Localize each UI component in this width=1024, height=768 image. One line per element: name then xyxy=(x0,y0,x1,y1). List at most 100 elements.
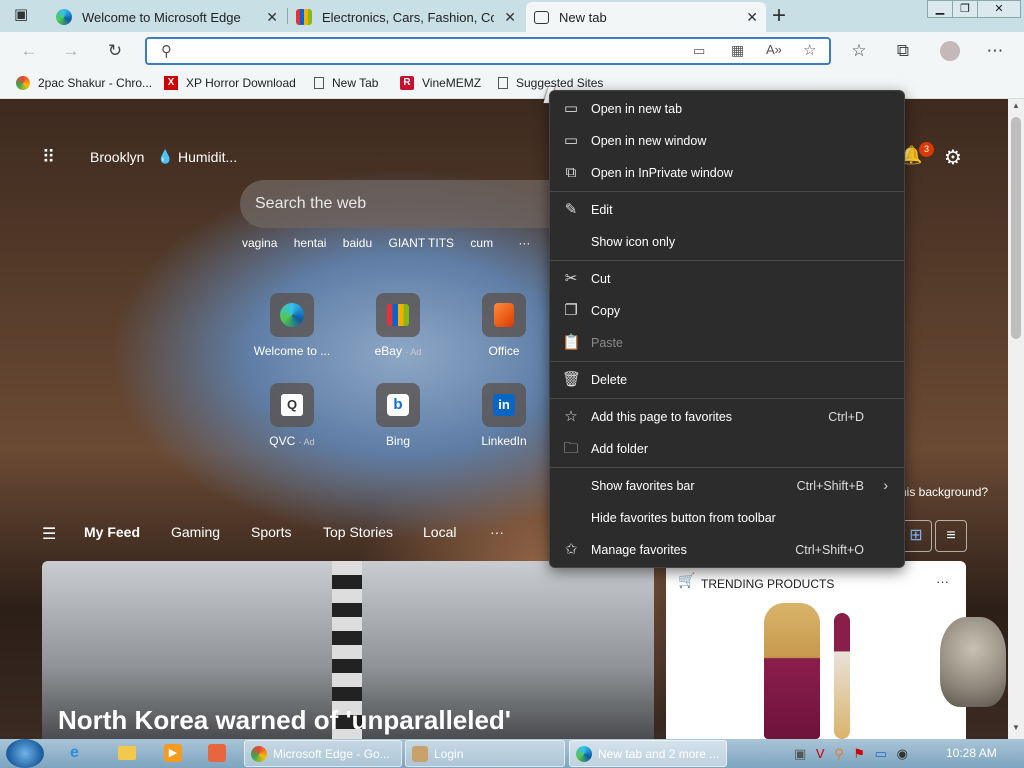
background-question[interactable]: his background? xyxy=(900,485,988,499)
menu-item-delete[interactable]: 🗑 Delete xyxy=(550,365,904,395)
address-bar[interactable]: ⚲ ▭ ▦ A» ☆ xyxy=(145,37,831,65)
tab-welcome[interactable]: Welcome to Microsoft Edge ✕ xyxy=(48,2,286,32)
menu-item-label: Show favorites bar xyxy=(591,479,695,493)
taskbar-button-edge[interactable]: Microsoft Edge - Go... xyxy=(244,740,402,767)
chrome-icon xyxy=(251,745,267,762)
news-headline: North Korea warned of 'unparalleled' xyxy=(58,705,511,735)
close-window-button[interactable]: ✕ xyxy=(977,0,1021,18)
star-add-icon: ☆ xyxy=(564,408,578,425)
menu-item-hide-favorites-button[interactable]: Hide favorites button from toolbar xyxy=(550,503,904,533)
trending-search-link[interactable]: vagina xyxy=(242,236,277,250)
feed-tab-top-stories[interactable]: Top Stories xyxy=(323,524,393,540)
trending-search-link[interactable]: cum xyxy=(470,236,493,250)
menu-item-copy[interactable]: ❐ Copy xyxy=(550,296,904,326)
menu-item-show-favorites-bar[interactable]: Show favorites bar Ctrl+Shift+B › xyxy=(550,471,904,501)
media-player-icon[interactable]: ▶ xyxy=(164,744,182,762)
favorite-xp-horror[interactable]: X XP Horror Download xyxy=(164,76,296,90)
settings-more-icon[interactable]: ⋯ xyxy=(984,40,1006,62)
favorites-list-icon[interactable]: ☆ xyxy=(848,40,870,62)
feed-tab-sports[interactable]: Sports xyxy=(251,524,291,540)
menu-item-cut[interactable]: ✂ Cut xyxy=(550,264,904,294)
windows-start-icon[interactable] xyxy=(6,739,44,768)
list-layout-icon[interactable]: ≡ xyxy=(935,520,967,552)
trending-products-card[interactable]: 🛒 TRENDING PRODUCTS ··· xyxy=(666,561,966,739)
paint-app-icon[interactable] xyxy=(208,744,226,762)
feed-tab-local[interactable]: Local xyxy=(423,524,456,540)
feed-tab-gaming[interactable]: Gaming xyxy=(171,524,220,540)
tab-ebay[interactable]: Electronics, Cars, Fashion, Collect ✕ xyxy=(288,2,524,32)
taskbar-button-new-tab[interactable]: New tab and 2 more ... xyxy=(569,740,727,767)
menu-item-open-new-window[interactable]: ▭ Open in new window xyxy=(550,126,904,156)
collections-icon[interactable]: ⧉ xyxy=(892,40,914,62)
close-tab-icon[interactable]: ✕ xyxy=(504,9,516,26)
more-searches-icon[interactable]: ··· xyxy=(518,236,530,250)
menu-item-edit[interactable]: ✎ Edit xyxy=(550,195,904,225)
tray-app-icon[interactable]: ▣ xyxy=(794,746,806,761)
quick-link-bing[interactable]: b xyxy=(376,383,420,427)
quick-link-name: eBay xyxy=(374,344,402,358)
search-box-placeholder: Search the web xyxy=(255,195,367,212)
new-tab-button[interactable]: + xyxy=(772,2,786,30)
gear-icon[interactable]: ⚙ xyxy=(944,145,962,170)
page-scrollbar[interactable]: ▲ ▼ xyxy=(1008,99,1024,739)
tray-search-icon[interactable]: ⚲ xyxy=(834,746,844,761)
read-aloud-icon[interactable]: A» xyxy=(766,42,782,57)
restore-button[interactable]: ❐ xyxy=(952,0,978,18)
app-available-icon[interactable]: ▭ xyxy=(693,43,705,59)
refresh-icon[interactable]: ↻ xyxy=(104,40,126,62)
quick-link-office[interactable] xyxy=(482,293,526,337)
menu-item-manage-favorites[interactable]: ✩ Manage favorites Ctrl+Shift+O xyxy=(550,535,904,565)
hamburger-menu-icon[interactable]: ☰ xyxy=(42,524,56,544)
add-favorite-icon[interactable]: ☆ xyxy=(803,41,816,59)
app-launcher-icon[interactable]: ⠿ xyxy=(42,147,62,167)
forward-arrow-icon[interactable]: → xyxy=(60,40,82,62)
scroll-down-arrow[interactable]: ▼ xyxy=(1012,723,1020,732)
weather-status[interactable]: Humidit... xyxy=(178,149,237,165)
weather-location[interactable]: Brooklyn xyxy=(90,149,144,165)
tray-volume-icon[interactable]: ◉ xyxy=(897,746,908,761)
tray-flag-icon[interactable]: ⚑ xyxy=(853,746,865,761)
menu-item-add-page-favorites[interactable]: ☆ Add this page to favorites Ctrl+D xyxy=(550,402,904,432)
news-card[interactable]: North Korea warned of 'unparalleled' xyxy=(42,561,654,739)
quick-link-qvc[interactable]: Q xyxy=(270,383,314,427)
menu-item-add-folder[interactable]: 🗀 Add folder xyxy=(550,434,904,464)
ebay-icon xyxy=(296,9,312,25)
tray-antivirus-icon[interactable]: V xyxy=(816,746,825,761)
search-box[interactable]: Search the web xyxy=(240,180,560,228)
profile-avatar[interactable] xyxy=(940,41,960,61)
close-tab-icon[interactable]: ✕ xyxy=(746,9,758,26)
explorer-folder-icon[interactable] xyxy=(118,746,136,760)
close-tab-icon[interactable]: ✕ xyxy=(266,9,278,26)
taskbar-clock[interactable]: 10:28 AM xyxy=(946,746,997,760)
tab-new-tab[interactable]: New tab ✕ xyxy=(526,2,766,32)
feed-more-icon[interactable]: ··· xyxy=(490,524,504,540)
tray-network-icon[interactable]: ▭ xyxy=(875,746,887,761)
taskbar-button-login[interactable]: Login xyxy=(405,740,565,767)
quick-link-ebay[interactable] xyxy=(376,293,420,337)
scroll-up-arrow[interactable]: ▲ xyxy=(1012,101,1020,110)
menu-item-show-icon-only[interactable]: Show icon only xyxy=(550,227,904,257)
address-input[interactable] xyxy=(183,42,687,62)
trending-search-link[interactable]: GIANT TITS xyxy=(388,236,454,250)
quick-link-label: Office xyxy=(488,344,520,358)
menu-item-open-new-tab[interactable]: ▭ Open in new tab xyxy=(550,94,904,124)
minimize-button[interactable]: ▁ xyxy=(927,0,953,18)
favorite-label: XP Horror Download xyxy=(186,76,296,90)
tab-actions-icon[interactable]: ▣ xyxy=(14,6,32,24)
trending-search-link[interactable]: baidu xyxy=(343,236,372,250)
scroll-thumb[interactable] xyxy=(1011,117,1021,339)
quick-link-welcome[interactable] xyxy=(270,293,314,337)
favorite-vinememz[interactable]: R VineMEMZ xyxy=(400,76,481,90)
ie-icon[interactable]: e xyxy=(70,744,88,762)
qr-code-icon[interactable]: ▦ xyxy=(731,42,744,59)
search-icon: ⚲ xyxy=(161,43,172,60)
card-more-icon[interactable]: ··· xyxy=(936,574,949,589)
menu-item-open-inprivate[interactable]: ⧉ Open in InPrivate window xyxy=(550,158,904,188)
cart-icon: 🛒 xyxy=(678,572,696,588)
trending-search-link[interactable]: hentai xyxy=(294,236,327,250)
favorite-new-tab[interactable]: New Tab xyxy=(314,76,378,90)
quick-link-linkedin[interactable]: in xyxy=(482,383,526,427)
feed-tab-my-feed[interactable]: My Feed xyxy=(84,524,140,540)
favorite-2pac[interactable]: 2pac Shakur - Chro... xyxy=(16,76,152,90)
back-arrow-icon[interactable]: ← xyxy=(18,40,40,62)
